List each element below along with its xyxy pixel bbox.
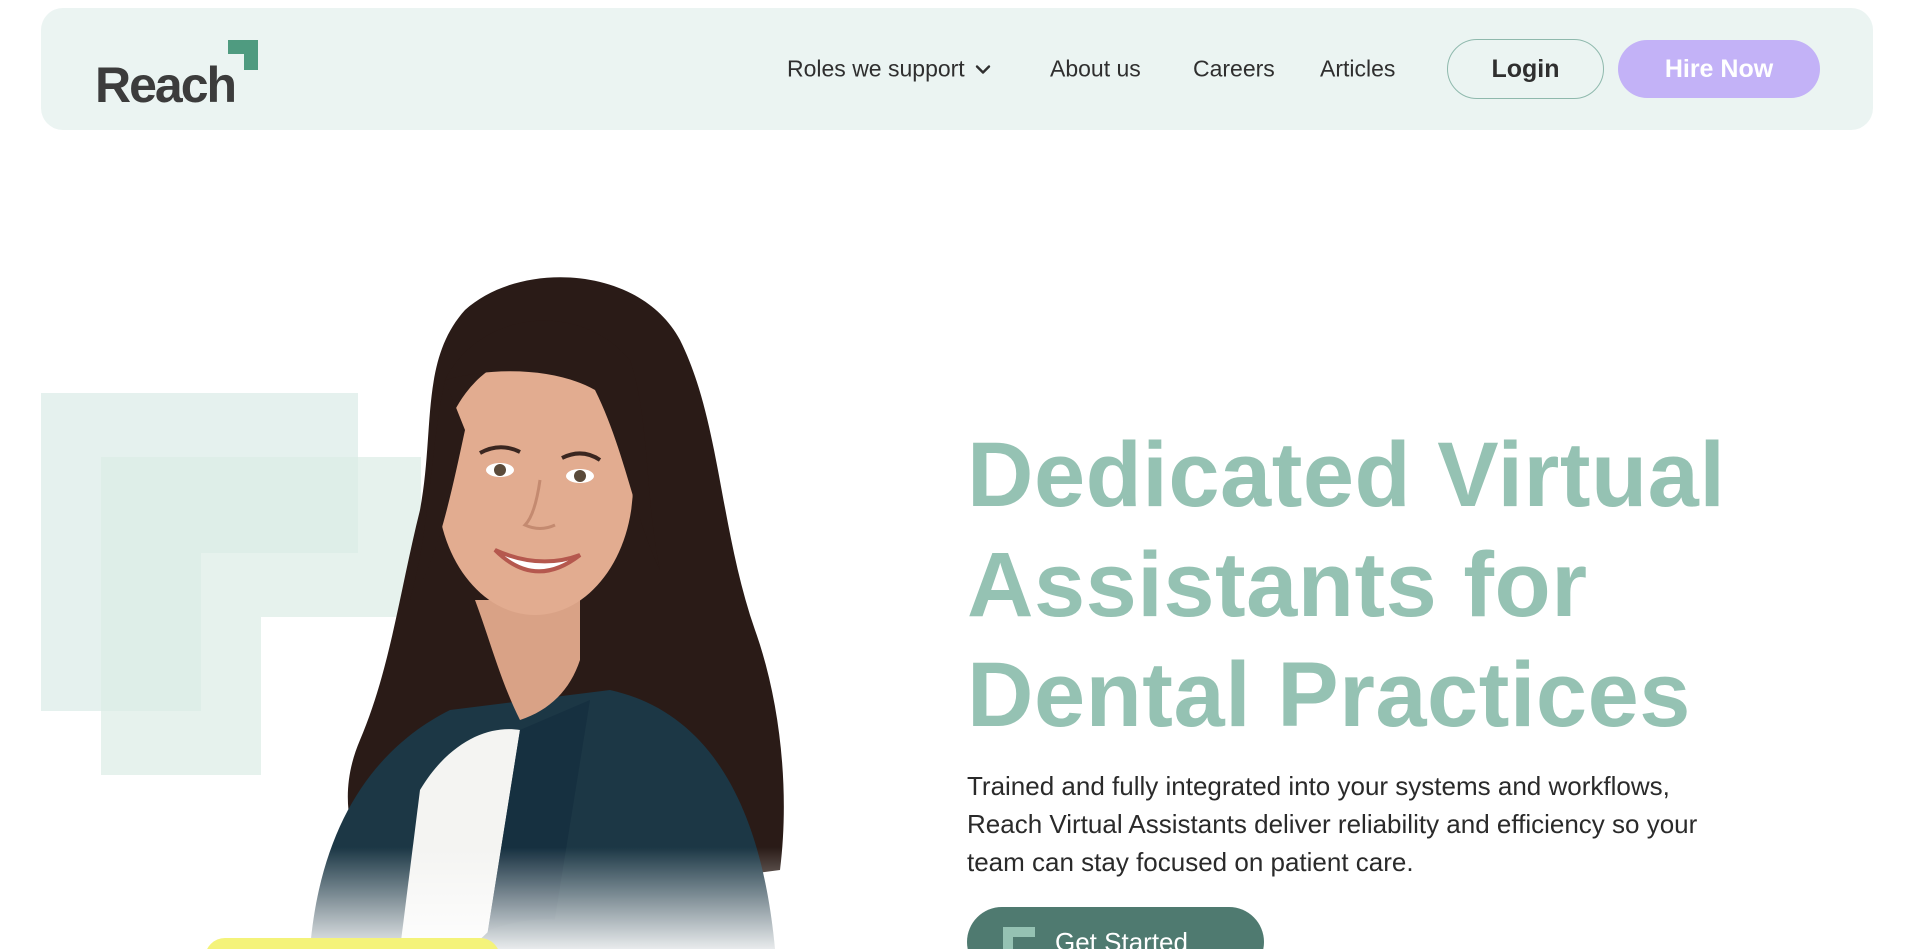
headline-line-2: Assistants for — [967, 534, 1588, 636]
nav-articles[interactable]: Articles — [1320, 56, 1395, 83]
reach-logo-mark-icon — [228, 40, 258, 70]
nav-roles-we-support[interactable]: Roles we support — [787, 56, 991, 83]
reach-logo[interactable]: Reach — [95, 40, 275, 110]
get-started-bracket-icon — [1003, 927, 1035, 949]
nav-roles-label: Roles we support — [787, 55, 965, 82]
hero-person-photo — [250, 270, 810, 949]
get-started-label: Get Started — [1055, 926, 1188, 949]
hero-subtext: Trained and fully integrated into your s… — [967, 767, 1787, 881]
yellow-badge — [205, 938, 500, 949]
site-header: Reach Roles we support About us Careers … — [41, 8, 1873, 130]
headline-line-1: Dedicated Virtual — [967, 424, 1726, 526]
nav-about-label: About us — [1050, 55, 1141, 82]
subtext-line-2: Reach Virtual Assistants deliver reliabi… — [967, 809, 1698, 839]
hire-now-button[interactable]: Hire Now — [1618, 40, 1820, 98]
nav-articles-label: Articles — [1320, 55, 1396, 82]
page: Reach Roles we support About us Careers … — [0, 0, 1920, 949]
chevron-down-icon — [975, 64, 990, 74]
headline-line-3: Dental Practices — [967, 644, 1691, 746]
nav-careers-label: Careers — [1193, 55, 1275, 82]
nav-careers[interactable]: Careers — [1193, 56, 1275, 83]
subtext-line-1: Trained and fully integrated into your s… — [967, 771, 1670, 801]
nav-about-us[interactable]: About us — [1050, 56, 1141, 83]
login-button[interactable]: Login — [1447, 39, 1604, 99]
hero-headline: Dedicated Virtual Assistants for Dental … — [967, 420, 1867, 750]
get-started-button[interactable]: Get Started — [967, 907, 1264, 949]
subtext-line-3: team can stay focused on patient care. — [967, 847, 1414, 877]
